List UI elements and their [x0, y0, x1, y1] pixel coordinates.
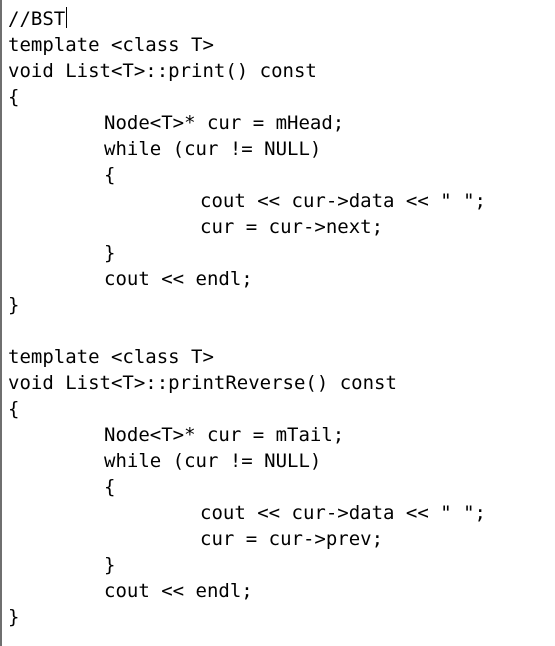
- code-line[interactable]: {: [8, 162, 486, 188]
- code-line[interactable]: }: [8, 240, 486, 266]
- code-line[interactable]: Node<T>* cur = mHead;: [8, 110, 486, 136]
- code-line-text: void List<T>::printReverse() const: [8, 372, 397, 394]
- code-line-text: cout << cur->data << " ";: [200, 190, 486, 212]
- code-line[interactable]: }: [8, 604, 486, 630]
- code-line-text: {: [104, 164, 116, 186]
- code-line-text: Node<T>* cur = mTail;: [104, 424, 345, 446]
- code-line[interactable]: void List<T>::printReverse() const: [8, 370, 486, 396]
- code-line-text: cout << cur->data << " ";: [200, 502, 486, 524]
- code-line[interactable]: {: [8, 396, 486, 422]
- code-line-text: cout << endl;: [104, 268, 253, 290]
- code-line[interactable]: {: [8, 474, 486, 500]
- code-line-text: template <class T>: [8, 34, 214, 56]
- code-line[interactable]: cout << cur->data << " ";: [8, 500, 486, 526]
- code-line[interactable]: while (cur != NULL): [8, 448, 486, 474]
- code-line[interactable]: template <class T>: [8, 344, 486, 370]
- code-line-text: void List<T>::print() const: [8, 60, 317, 82]
- code-line[interactable]: template <class T>: [8, 32, 486, 58]
- code-line-text: while (cur != NULL): [104, 450, 322, 472]
- code-line[interactable]: [8, 318, 486, 344]
- code-line[interactable]: cout << endl;: [8, 266, 486, 292]
- code-line-text: }: [104, 554, 116, 576]
- code-line-text: }: [8, 606, 20, 628]
- text-caret: [66, 7, 68, 28]
- code-line[interactable]: {: [8, 84, 486, 110]
- code-line-text: {: [104, 476, 116, 498]
- code-line[interactable]: cout << endl;: [8, 578, 486, 604]
- code-editor[interactable]: //BST template <class T> void List<T>::pri…: [0, 0, 555, 646]
- code-line[interactable]: void List<T>::print() const: [8, 58, 486, 84]
- code-line[interactable]: Node<T>* cur = mTail;: [8, 422, 486, 448]
- code-line-text: template <class T>: [8, 346, 214, 368]
- code-line-text: cur = cur->prev;: [200, 528, 384, 550]
- code-line-text: {: [8, 86, 20, 108]
- code-line-text: Node<T>* cur = mHead;: [104, 112, 345, 134]
- code-line[interactable]: while (cur != NULL): [8, 136, 486, 162]
- code-text-area[interactable]: //BST template <class T> void List<T>::pri…: [8, 6, 486, 630]
- code-line[interactable]: //BST: [8, 6, 486, 32]
- code-line-text: //BST: [8, 8, 66, 30]
- code-line[interactable]: }: [8, 552, 486, 578]
- code-line[interactable]: cur = cur->next;: [8, 214, 486, 240]
- code-line[interactable]: cout << cur->data << " ";: [8, 188, 486, 214]
- code-line[interactable]: cur = cur->prev;: [8, 526, 486, 552]
- code-line-text: while (cur != NULL): [104, 138, 322, 160]
- code-line-text: cur = cur->next;: [200, 216, 384, 238]
- code-line-text: {: [8, 398, 20, 420]
- code-line-text: }: [104, 242, 116, 264]
- code-line-text: }: [8, 294, 20, 316]
- code-line-text: cout << endl;: [104, 580, 253, 602]
- code-line[interactable]: }: [8, 292, 486, 318]
